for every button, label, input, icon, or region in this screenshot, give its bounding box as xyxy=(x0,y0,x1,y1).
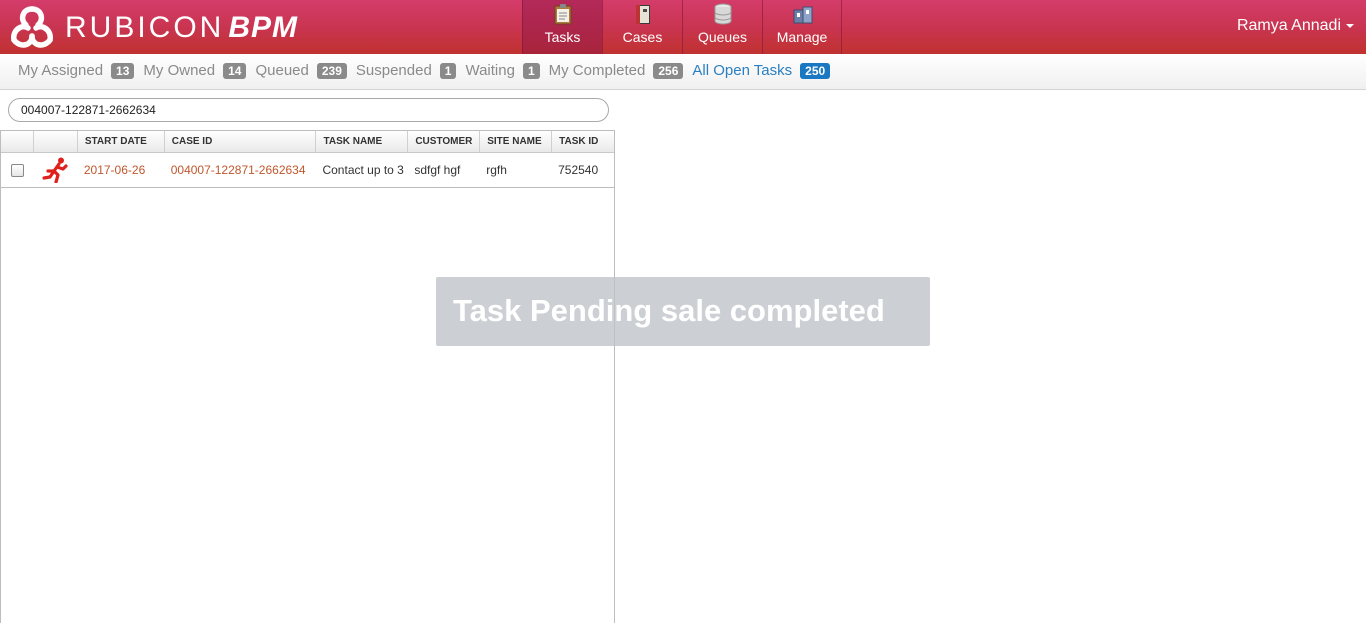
nav-queues-label: Queues xyxy=(697,29,748,45)
filter-my-completed[interactable]: My Completed 256 xyxy=(549,62,684,79)
brand-main: RUBICON xyxy=(65,11,225,44)
column-header-icon xyxy=(34,131,78,152)
row-select-cell xyxy=(1,153,34,188)
task-filter-bar: My Assigned 13 My Owned 14 Queued 239 Su… xyxy=(0,54,1366,90)
running-person-icon xyxy=(42,157,68,183)
filter-label: My Completed xyxy=(548,62,646,79)
filter-label: My Owned xyxy=(143,62,216,79)
binder-icon xyxy=(636,5,650,24)
nav-manage[interactable]: Manage xyxy=(762,0,842,54)
toast-message: Task Pending sale completed xyxy=(453,293,885,328)
table-row[interactable]: 2017-06-26 004007-122871-2662634 Contact… xyxy=(1,153,614,188)
count-badge: 239 xyxy=(316,62,347,79)
count-badge: 250 xyxy=(800,62,831,79)
rubicon-logo-icon xyxy=(11,6,53,48)
count-badge: 1 xyxy=(439,62,457,79)
filter-label: Waiting xyxy=(465,62,515,79)
grid-header: START DATE CASE ID TASK NAME CUSTOMER SI… xyxy=(1,131,614,153)
column-header-case-id[interactable]: CASE ID xyxy=(165,131,317,152)
filter-label: My Assigned xyxy=(18,62,104,79)
column-header-select xyxy=(1,131,34,152)
filter-my-owned[interactable]: My Owned 14 xyxy=(143,62,247,79)
nav-tasks[interactable]: Tasks xyxy=(522,0,602,54)
brand-name: RUBICON BPM xyxy=(65,11,298,45)
clipboard-icon xyxy=(554,4,572,25)
filter-all-open-tasks[interactable]: All Open Tasks 250 xyxy=(692,62,831,79)
filter-label: Queued xyxy=(255,62,309,79)
customer-cell: sdfgf hgf xyxy=(414,162,461,177)
user-menu[interactable]: Ramya Annadi xyxy=(1237,17,1354,35)
row-icon-cell xyxy=(34,153,78,188)
start-date-cell[interactable]: 2017-06-26 xyxy=(78,153,165,188)
nav-manage-label: Manage xyxy=(776,29,828,45)
task-name-cell: Contact up to 3 xyxy=(322,162,404,177)
toast-notification: Task Pending sale completed xyxy=(436,277,930,346)
case-id-cell[interactable]: 004007-122871-2662634 xyxy=(165,153,317,188)
chevron-down-icon xyxy=(1346,23,1354,28)
filter-queued[interactable]: Queued 239 xyxy=(255,62,347,79)
folders-icon xyxy=(793,6,813,24)
site-name-cell: rgfh xyxy=(486,162,507,177)
filter-my-assigned[interactable]: My Assigned 13 xyxy=(18,62,135,79)
nav-cases-label: Cases xyxy=(622,29,663,45)
count-badge: 256 xyxy=(653,62,684,79)
nav-cases[interactable]: Cases xyxy=(602,0,682,54)
filter-label: All Open Tasks xyxy=(692,62,793,79)
user-name: Ramya Annadi xyxy=(1236,17,1341,34)
row-checkbox[interactable] xyxy=(11,163,24,177)
column-header-customer[interactable]: CUSTOMER xyxy=(408,131,481,152)
task-id-cell: 752540 xyxy=(558,162,599,177)
count-badge: 1 xyxy=(522,62,540,79)
database-icon xyxy=(714,3,732,25)
nav-tasks-label: Tasks xyxy=(544,29,581,45)
search-input[interactable] xyxy=(8,98,609,122)
column-header-task-name[interactable]: TASK NAME xyxy=(316,131,409,152)
filter-list: My Assigned 13 My Owned 14 Queued 239 Su… xyxy=(18,62,839,79)
column-header-task-id[interactable]: TASK ID xyxy=(552,131,614,152)
nav-queues[interactable]: Queues xyxy=(682,0,762,54)
task-grid: START DATE CASE ID TASK NAME CUSTOMER SI… xyxy=(0,130,615,623)
count-badge: 13 xyxy=(111,62,135,79)
brand-sub: BPM xyxy=(228,11,299,44)
column-header-start-date[interactable]: START DATE xyxy=(78,131,165,152)
main-nav: Tasks Cases Queues Manage xyxy=(522,0,842,54)
top-navigation-bar: RUBICON BPM Tasks Cases Queues Manage Ra… xyxy=(0,0,1366,54)
filter-waiting[interactable]: Waiting 1 xyxy=(465,62,540,79)
count-badge: 14 xyxy=(223,62,247,79)
column-header-site-name[interactable]: SITE NAME xyxy=(480,131,553,152)
filter-suspended[interactable]: Suspended 1 xyxy=(356,62,457,79)
filter-label: Suspended xyxy=(355,62,432,79)
